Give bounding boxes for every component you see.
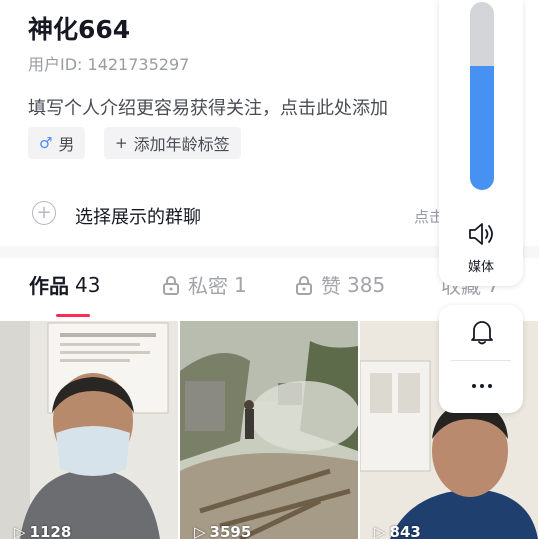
volume-slider[interactable] — [470, 2, 494, 190]
video-2-image — [180, 321, 358, 539]
speaker-icon[interactable] — [467, 221, 497, 247]
add-age-tag[interactable]: + 添加年龄标签 — [104, 127, 241, 159]
more-dots-icon[interactable] — [467, 380, 497, 392]
video-3-play-count: ▷ 843 — [374, 523, 421, 539]
lock-icon — [296, 275, 312, 295]
active-tab-indicator — [56, 314, 90, 317]
add-circle-icon[interactable]: + — [32, 201, 56, 225]
video-2-play-count: ▷ 3595 — [194, 523, 251, 539]
video-1-image — [0, 321, 178, 539]
volume-stream-label: 媒体 — [468, 260, 495, 275]
video-thumbnail-1[interactable]: ▷ 1128 — [0, 321, 178, 539]
tab-works-label: 作品 — [29, 274, 69, 298]
tab-likes[interactable]: 赞 385 — [295, 270, 385, 299]
video-2-count-label: 3595 — [209, 523, 252, 539]
bell-icon[interactable] — [469, 318, 495, 346]
tab-private-count: 1 — [234, 272, 247, 297]
bio-prompt[interactable]: 填写个人介绍更容易获得关注，点击此处添加 — [28, 94, 388, 120]
panel-divider — [451, 360, 511, 361]
tab-works-count: 43 — [75, 272, 101, 297]
profile-name: 神化664 — [28, 15, 131, 44]
gender-tag[interactable]: ♂ 男 — [28, 127, 86, 159]
plus-icon: + — [115, 134, 128, 152]
volume-slider-fill — [470, 66, 494, 190]
video-1-count-label: 1128 — [29, 523, 72, 539]
lock-icon — [163, 275, 179, 295]
video-thumbnail-2[interactable]: ▷ 3595 — [180, 321, 358, 539]
tab-private-label: 私密 — [188, 274, 228, 298]
tab-private[interactable]: 私密 1 — [162, 270, 247, 299]
play-icon: ▷ — [14, 523, 26, 539]
age-tag-label: 添加年龄标签 — [133, 135, 230, 154]
gender-tag-label: 男 — [58, 135, 75, 154]
video-3-count-label: 843 — [389, 523, 421, 539]
tab-works[interactable]: 作品 43 — [29, 270, 100, 299]
video-1-play-count: ▷ 1128 — [14, 523, 71, 539]
group-chat-label: 选择展示的群聊 — [75, 207, 201, 228]
tab-likes-count: 385 — [347, 272, 386, 297]
tab-likes-label: 赞 — [321, 274, 341, 298]
male-symbol-icon: ♂ — [39, 134, 53, 152]
play-icon: ▷ — [374, 523, 386, 539]
user-id[interactable]: 用户ID: 1421735297 — [28, 51, 189, 75]
play-icon: ▷ — [194, 523, 206, 539]
